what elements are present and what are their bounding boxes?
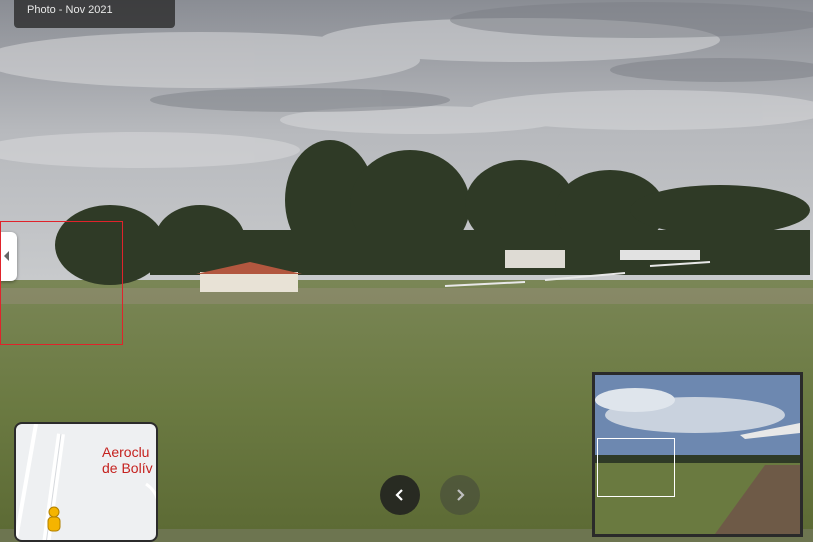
chevron-left-icon — [395, 489, 403, 501]
photo-date-badge: Photo - Nov 2021 — [14, 0, 175, 28]
thumbnail-view-frame — [597, 438, 675, 497]
chevron-right-icon — [457, 489, 465, 501]
map-place-label-line2[interactable]: de Bolív — [102, 460, 156, 476]
pegman-icon[interactable] — [42, 506, 66, 536]
photo-date-text: Photo - Nov 2021 — [27, 4, 113, 16]
map-roads — [16, 424, 156, 540]
minimap[interactable]: Aeroclu de Bolív — [14, 422, 158, 542]
map-place-label-line1[interactable]: Aeroclu — [102, 444, 156, 460]
next-photo-button[interactable] — [440, 475, 480, 515]
photo-preview-thumbnail[interactable] — [592, 372, 803, 537]
highlight-box — [0, 221, 123, 345]
previous-photo-button[interactable] — [380, 475, 420, 515]
